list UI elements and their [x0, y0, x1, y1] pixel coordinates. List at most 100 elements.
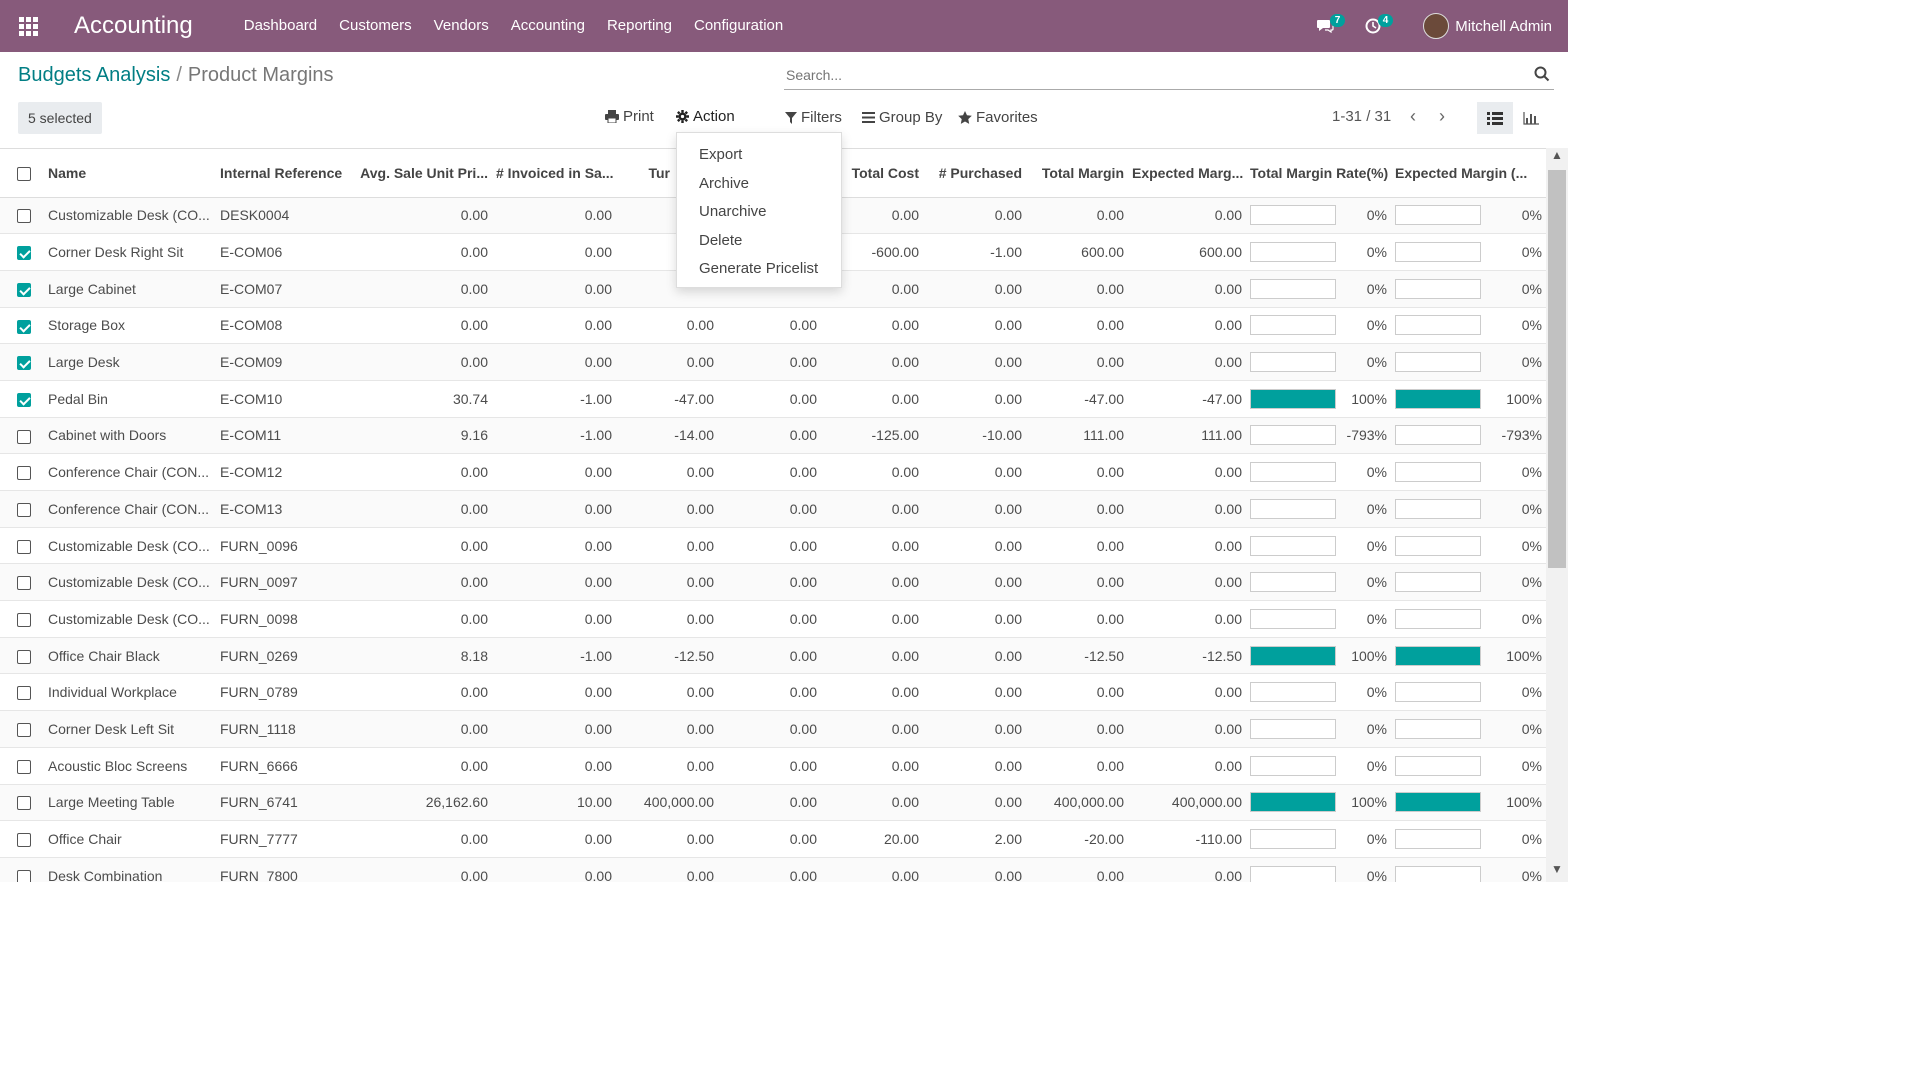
table-row[interactable]: Customizable Desk (CO... FURN_0098 0.00 0.0… — [0, 600, 1546, 638]
table-row[interactable]: Cabinet with Doors E-COM11 9.16 -1.00 -14.00… — [0, 417, 1546, 455]
table-row[interactable]: Customizable Desk (CO... FURN_0097 0.00 0.0… — [0, 563, 1546, 602]
table-row[interactable]: Conference Chair (CON... E-COM12 0.00 0.00 0… — [0, 453, 1546, 491]
apps-menu-icon[interactable] — [0, 0, 56, 52]
table-row[interactable]: Large Desk E-COM09 0.00 0.00 0.00 0.00 0.00 0.0… — [0, 343, 1546, 381]
row-checkbox[interactable] — [0, 637, 44, 675]
row-checkbox[interactable] — [0, 343, 44, 381]
checkbox[interactable] — [17, 282, 31, 297]
messages-icon[interactable]: 7 — [1307, 0, 1346, 52]
row-checkbox[interactable] — [0, 417, 44, 455]
checkbox[interactable] — [17, 759, 31, 774]
checkbox[interactable] — [17, 319, 31, 334]
checkbox[interactable] — [17, 869, 31, 882]
menu-configuration[interactable]: Configuration — [683, 0, 794, 52]
column-header-total-margin-rate[interactable]: Total Margin Rate(%) — [1246, 149, 1391, 198]
print-button[interactable]: Print — [605, 108, 654, 125]
row-checkbox[interactable] — [0, 380, 44, 418]
column-header-name[interactable]: Name — [44, 149, 216, 198]
menu-item-archive[interactable]: Archive — [677, 170, 841, 199]
row-purchased: 0.00 — [923, 637, 1026, 675]
checkbox[interactable] — [17, 723, 31, 738]
graph-view-icon[interactable] — [1513, 102, 1549, 134]
menu-customers[interactable]: Customers — [328, 0, 423, 52]
row-checkbox[interactable] — [0, 453, 44, 491]
row-checkbox[interactable] — [0, 197, 44, 235]
checkbox[interactable] — [17, 209, 31, 224]
table-row[interactable]: Acoustic Bloc Screens FURN_6666 0.00 0.00 0.… — [0, 747, 1546, 785]
row-checkbox[interactable] — [0, 857, 44, 882]
row-checkbox[interactable] — [0, 233, 44, 271]
table-row[interactable]: Storage Box E-COM08 0.00 0.00 0.00 0.00 0.00 0.… — [0, 307, 1546, 345]
checkbox[interactable] — [17, 576, 31, 591]
checkbox[interactable] — [17, 686, 31, 701]
row-checkbox[interactable] — [0, 710, 44, 748]
column-header-expected-margin-rate[interactable]: Expected Margin (... — [1391, 149, 1546, 198]
menu-item-unarchive[interactable]: Unarchive — [677, 198, 841, 227]
app-title[interactable]: Accounting — [74, 12, 193, 40]
user-menu[interactable]: Mitchell Admin — [1423, 13, 1552, 39]
column-header-expected-margin[interactable]: Expected Marg... — [1128, 149, 1246, 198]
table-row[interactable]: Large Meeting Table FURN_6741 26,162.60 10.… — [0, 784, 1546, 822]
row-total-margin: 0.00 — [1026, 527, 1128, 565]
checkbox[interactable] — [17, 392, 31, 407]
favorites-button[interactable]: Favorites — [958, 109, 1038, 126]
column-header-internal-reference[interactable]: Internal Reference — [216, 149, 356, 198]
checkbox[interactable] — [17, 833, 31, 848]
pager-value[interactable]: 1-31 / 31 — [1332, 108, 1391, 125]
row-checkbox[interactable] — [0, 563, 44, 602]
checkbox[interactable] — [17, 539, 31, 554]
vertical-scrollbar[interactable]: ▲ ▼ — [1546, 148, 1568, 882]
checkbox[interactable] — [17, 502, 31, 517]
column-header-purchased[interactable]: # Purchased — [923, 149, 1026, 198]
column-header-avg-sale-unit-price[interactable]: Avg. Sale Unit Pri... — [356, 149, 492, 198]
list-view-icon[interactable] — [1477, 102, 1513, 134]
row-checkbox[interactable] — [0, 527, 44, 565]
table-row[interactable]: Individual Workplace FURN_0789 0.00 0.00 0.0… — [0, 673, 1546, 712]
pager-previous-icon[interactable]: ‹ — [1403, 106, 1423, 130]
menu-item-delete[interactable]: Delete — [677, 227, 841, 256]
menu-item-export[interactable]: Export — [677, 141, 841, 170]
row-checkbox[interactable] — [0, 307, 44, 345]
pager-next-icon[interactable]: › — [1432, 106, 1452, 130]
action-button[interactable]: Action — [676, 108, 735, 125]
row-checkbox[interactable] — [0, 490, 44, 528]
search-icon[interactable] — [1534, 66, 1550, 82]
menu-reporting[interactable]: Reporting — [596, 0, 683, 52]
row-checkbox[interactable] — [0, 820, 44, 858]
activities-icon[interactable]: 4 — [1355, 0, 1394, 52]
table-row[interactable]: Customizable Desk (CO... FURN_0096 0.00 0.0… — [0, 527, 1546, 565]
row-hidden-column: 0.00 — [718, 417, 821, 455]
scroll-thumb[interactable] — [1548, 170, 1566, 568]
checkbox[interactable] — [17, 649, 31, 664]
row-checkbox[interactable] — [0, 600, 44, 638]
menu-item-generate-pricelist[interactable]: Generate Pricelist — [677, 255, 841, 284]
checkbox[interactable] — [17, 246, 31, 261]
table-row[interactable]: Office Chair FURN_7777 0.00 0.00 0.00 0.00 20.… — [0, 820, 1546, 858]
table-row[interactable]: Office Chair Black FURN_0269 8.18 -1.00 -12.… — [0, 637, 1546, 675]
search-input[interactable] — [784, 62, 1514, 88]
filters-button[interactable]: Filters — [785, 109, 842, 126]
row-checkbox[interactable] — [0, 747, 44, 785]
checkbox[interactable] — [17, 429, 31, 444]
scroll-up-icon[interactable]: ▲ — [1546, 148, 1568, 168]
row-checkbox[interactable] — [0, 784, 44, 822]
checkbox[interactable] — [17, 613, 31, 628]
menu-vendors[interactable]: Vendors — [423, 0, 500, 52]
column-header-total-margin[interactable]: Total Margin — [1026, 149, 1128, 198]
table-row[interactable]: Corner Desk Left Sit FURN_1118 0.00 0.00 0.0… — [0, 710, 1546, 748]
row-checkbox[interactable] — [0, 270, 44, 308]
checkbox[interactable] — [17, 466, 31, 481]
select-all-checkbox[interactable] — [0, 149, 44, 198]
menu-accounting[interactable]: Accounting — [500, 0, 596, 52]
scroll-down-icon[interactable]: ▼ — [1546, 862, 1568, 882]
menu-dashboard[interactable]: Dashboard — [233, 0, 328, 52]
row-checkbox[interactable] — [0, 673, 44, 712]
checkbox[interactable] — [17, 796, 31, 811]
table-row[interactable]: Conference Chair (CON... E-COM13 0.00 0.00 0… — [0, 490, 1546, 528]
table-row[interactable]: Desk Combination FURN_7800 0.00 0.00 0.00 0.0… — [0, 857, 1546, 882]
group-by-button[interactable]: Group By — [862, 109, 942, 126]
table-row[interactable]: Pedal Bin E-COM10 30.74 -1.00 -47.00 0.00 0.00… — [0, 380, 1546, 418]
column-header-invoiced-in-sale[interactable]: # Invoiced in Sa... — [492, 149, 616, 198]
breadcrumb-budgets-analysis[interactable]: Budgets Analysis — [18, 64, 170, 86]
checkbox[interactable] — [17, 356, 31, 371]
